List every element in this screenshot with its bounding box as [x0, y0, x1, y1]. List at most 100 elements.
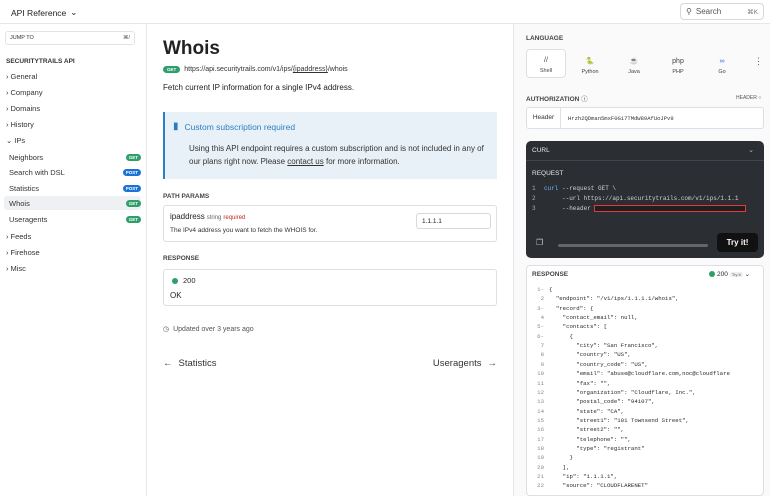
lang-java[interactable]: ☕ Java: [614, 49, 654, 78]
sidebar-item-label: Statistics: [9, 183, 40, 193]
method-badge: POST: [122, 184, 141, 192]
json-line: 15 "street1": "101 Townsend Street",: [537, 416, 689, 424]
response-200-box[interactable]: 200 OK: [163, 269, 497, 306]
java-icon: ☕: [629, 58, 639, 65]
json-line: 21 "ip": "1.1.1.1",: [537, 473, 618, 480]
request-label: REQUEST: [532, 170, 564, 177]
sidebar-item-label: General: [10, 72, 38, 81]
lang-label: Go: [718, 69, 726, 75]
json-line: 10 "email": "abuse@cloudflare.com,noc@cl…: [537, 370, 730, 378]
lang-php[interactable]: php PHP: [658, 49, 698, 78]
sidebar-item-search-with-dsl[interactable]: Search with DSL POST: [9, 165, 141, 179]
endpoint-url-text: https://api.securitytrails.com/v1/ips/{i…: [184, 66, 348, 73]
sidebar-item-label: IPs: [14, 136, 26, 145]
sidebar-item-label: Firehose: [10, 248, 40, 257]
php-icon: php: [672, 58, 684, 65]
sidebar-item-firehose[interactable]: › Firehose: [6, 248, 40, 257]
updated-note: ◷ Updated over 3 years ago: [163, 325, 254, 334]
book-icon: ▮: [173, 121, 179, 132]
sidebar-item-label: Domains: [10, 104, 41, 113]
sidebar: JUMP TO ⌘/ SECURITYTRAILS API › General ›…: [0, 24, 147, 496]
lang-python[interactable]: 🐍 Python: [570, 49, 610, 78]
chevron-right-icon: ›: [6, 72, 9, 81]
redacted-header: [594, 205, 747, 212]
json-line: 4 "contact_email": null,: [540, 314, 638, 322]
sidebar-item-neighbors[interactable]: Neighbors GET: [9, 150, 141, 164]
lang-go[interactable]: ∞ Go: [702, 49, 742, 78]
sidebar-item-ips[interactable]: ⌄ IPs: [6, 136, 25, 145]
json-line: 6- {: [537, 332, 573, 340]
sidebar-item-label: Company: [10, 88, 43, 97]
path-params-heading: PATH PARAMS: [163, 193, 210, 200]
auth-key: Header: [527, 108, 561, 128]
sidebar-item-company[interactable]: › Company: [6, 88, 43, 97]
search-icon: ⚲: [686, 7, 692, 16]
clock-icon: ◷: [163, 326, 170, 333]
status-dot: [172, 277, 178, 284]
search-label: Search: [695, 7, 722, 16]
sidebar-item-feeds[interactable]: › Feeds: [6, 232, 31, 241]
sidebar-item-history[interactable]: › History: [6, 120, 34, 129]
json-line: 20 ],: [537, 463, 570, 471]
sidebar-item-label: History: [10, 120, 34, 129]
json-line: 16 "street2": "",: [537, 426, 625, 434]
json-line: 5- "contacts": [: [537, 323, 608, 331]
sidebar-item-useragents[interactable]: Useragents GET: [9, 212, 141, 226]
auth-header-toggle[interactable]: HEADER ○: [736, 95, 761, 101]
sidebar-item-statistics[interactable]: Statistics POST: [9, 181, 141, 195]
horizontal-scrollbar[interactable]: [558, 244, 708, 247]
json-line: 22 "source": "CLOUDFLARENET": [537, 482, 648, 490]
prev-page-link[interactable]: ← Statistics: [163, 358, 217, 369]
jump-to-input[interactable]: JUMP TO ⌘/: [5, 31, 135, 45]
search-button[interactable]: ⚲ Search ⌘K: [680, 3, 764, 20]
status-dot: [709, 271, 715, 277]
param-name: ipaddress: [170, 212, 205, 221]
authorization-heading: AUTHORIZATION ⓘ: [526, 96, 588, 103]
arrow-left-icon: ←: [163, 358, 173, 369]
sidebar-item-whois[interactable]: Whois GET: [4, 196, 141, 210]
ipaddress-input[interactable]: [416, 213, 491, 229]
contact-us-link[interactable]: contact us: [287, 157, 323, 166]
copy-icon[interactable]: ❐: [536, 238, 543, 247]
sidebar-item-label: Search with DSL: [9, 167, 65, 177]
chevron-right-icon: ›: [6, 232, 9, 241]
response-status[interactable]: 200 Try it ⌄: [709, 270, 750, 278]
sidebar-item-label: Whois: [9, 198, 30, 208]
response-status-code: 200: [717, 270, 728, 278]
sidebar-item-misc[interactable]: › Misc: [6, 264, 26, 273]
callout-body: Using this API endpoint requires a custo…: [189, 144, 484, 166]
method-badge: GET: [163, 66, 181, 73]
subscription-callout: ▮ Custom subscription required Using thi…: [163, 112, 497, 179]
json-line: 8 "country": "US",: [540, 351, 631, 359]
method-badge: GET: [125, 153, 141, 161]
param-description: The IPv4 address you want to fetch the W…: [170, 227, 318, 234]
param-type: string: [206, 215, 222, 221]
json-line: 19 }: [537, 454, 573, 462]
sidebar-item-general[interactable]: › General: [6, 72, 37, 81]
endpoint-description: Fetch current IP information for a singl…: [163, 83, 355, 92]
json-line: 14 "state": "CA",: [537, 407, 625, 415]
lang-label: Shell: [539, 68, 553, 74]
api-reference-menu[interactable]: API Reference ⌄: [11, 7, 77, 18]
language-heading: LANGUAGE: [526, 35, 564, 42]
response-panel-heading: RESPONSE: [532, 271, 569, 278]
response-heading: RESPONSE: [163, 255, 200, 262]
sidebar-item-label: Neighbors: [9, 152, 44, 162]
chevron-down-icon: ⌄: [70, 7, 78, 17]
chevron-down-icon: ⌄: [744, 271, 751, 278]
jump-to-label: JUMP TO: [10, 35, 34, 41]
json-line: 7 "city": "San Francisco",: [540, 342, 659, 350]
jump-to-shortcut: ⌘/: [122, 35, 130, 41]
json-line: 18 "type": "registrant": [537, 444, 645, 452]
try-it-button[interactable]: Try it!: [717, 233, 758, 252]
top-bar: API Reference ⌄ ⚲ Search ⌘K: [0, 0, 770, 24]
lang-label: Java: [628, 69, 640, 75]
next-page-link[interactable]: Useragents →: [433, 358, 497, 369]
curl-header[interactable]: CURL ⌄: [526, 141, 764, 161]
lang-shell[interactable]: // Shell: [526, 49, 566, 78]
response-panel: RESPONSE 200 Try it ⌄ 1-{2 "endpoint": "/v…: [526, 265, 764, 496]
more-options-icon[interactable]: ⋮: [754, 56, 763, 67]
auth-token-input[interactable]: Hrzh2QDman5mxF0G17TMdW89AfUoJPv9: [561, 115, 674, 122]
sidebar-item-domains[interactable]: › Domains: [6, 104, 40, 113]
json-line: 9 "country_code": "US",: [540, 360, 648, 368]
